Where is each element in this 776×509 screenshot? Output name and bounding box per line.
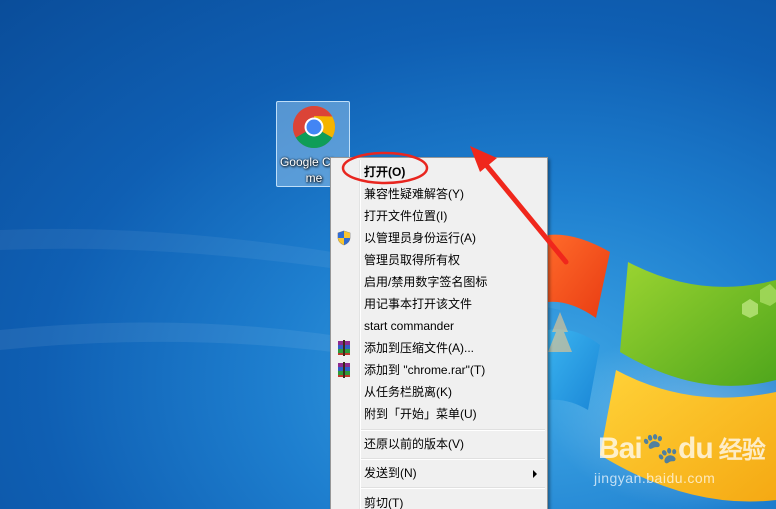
- menu-item-toggle-signature-icon[interactable]: 启用/禁用数字签名图标: [333, 271, 545, 293]
- menu-item-take-ownership[interactable]: 管理员取得所有权: [333, 249, 545, 271]
- watermark-url: jingyan.baidu.com: [594, 470, 716, 486]
- watermark-logo: Bai🐾du 经验: [598, 430, 766, 466]
- menu-item-label: 附到「开始」菜单(U): [364, 407, 477, 421]
- menu-item-label: 从任务栏脱离(K): [364, 385, 452, 399]
- menu-item-label: 用记事本打开该文件: [364, 297, 473, 311]
- watermark-logo-cn: 经验: [718, 437, 766, 464]
- menu-separator: [361, 429, 545, 431]
- menu-item-run-as-admin[interactable]: 以管理员身份运行(A): [333, 227, 545, 249]
- menu-item-label: 添加到 "chrome.rar"(T): [364, 363, 486, 377]
- watermark-logo-text: Bai: [598, 432, 643, 465]
- menu-item-cut[interactable]: 剪切(T): [333, 492, 545, 509]
- winrar-icon: [338, 362, 350, 378]
- menu-item-label: 兼容性疑难解答(Y): [364, 187, 464, 201]
- menu-item-label: 添加到压缩文件(A)...: [364, 341, 474, 355]
- menu-item-open-file-location[interactable]: 打开文件位置(I): [333, 205, 545, 227]
- menu-item-label: 以管理员身份运行(A): [364, 231, 476, 245]
- menu-separator: [361, 458, 545, 460]
- menu-item-label: 发送到(N): [364, 466, 417, 480]
- menu-item-add-to-archive[interactable]: 添加到压缩文件(A)...: [333, 337, 545, 359]
- desktop[interactable]: Google Chrome 打开(O) 兼容性疑难解答(Y) 打开文件位置(I)…: [0, 0, 776, 509]
- menu-item-start-commander[interactable]: start commander: [333, 315, 545, 337]
- menu-item-unpin-taskbar[interactable]: 从任务栏脱离(K): [333, 381, 545, 403]
- chrome-icon: [292, 105, 336, 149]
- menu-separator: [361, 487, 545, 489]
- uac-shield-icon: [337, 230, 351, 246]
- menu-item-send-to[interactable]: 发送到(N): [333, 462, 545, 484]
- menu-item-pin-start-menu[interactable]: 附到「开始」菜单(U): [333, 403, 545, 425]
- menu-item-open[interactable]: 打开(O): [333, 161, 545, 183]
- baidu-jingyan-watermark: Bai🐾du 经验 jingyan.baidu.com: [588, 430, 768, 500]
- baidu-paw-icon: 🐾: [641, 432, 679, 465]
- menu-item-label: 打开文件位置(I): [364, 209, 448, 223]
- menu-item-troubleshoot-compatibility[interactable]: 兼容性疑难解答(Y): [333, 183, 545, 205]
- menu-item-label: 启用/禁用数字签名图标: [364, 275, 488, 289]
- menu-item-restore-previous-versions[interactable]: 还原以前的版本(V): [333, 433, 545, 455]
- menu-item-label: 管理员取得所有权: [364, 253, 461, 267]
- submenu-arrow-icon: [533, 470, 537, 478]
- menu-item-label: 剪切(T): [364, 496, 404, 509]
- watermark-logo-tail: du: [678, 432, 714, 465]
- menu-item-add-to-chrome-rar[interactable]: 添加到 "chrome.rar"(T): [333, 359, 545, 381]
- menu-item-label: start commander: [364, 319, 455, 333]
- menu-item-label: 打开(O): [364, 165, 406, 179]
- winrar-icon: [338, 340, 350, 356]
- menu-item-label: 还原以前的版本(V): [364, 437, 464, 451]
- context-menu[interactable]: 打开(O) 兼容性疑难解答(Y) 打开文件位置(I) 以管理员身份运行(A) 管…: [330, 157, 548, 509]
- menu-item-open-with-notepad[interactable]: 用记事本打开该文件: [333, 293, 545, 315]
